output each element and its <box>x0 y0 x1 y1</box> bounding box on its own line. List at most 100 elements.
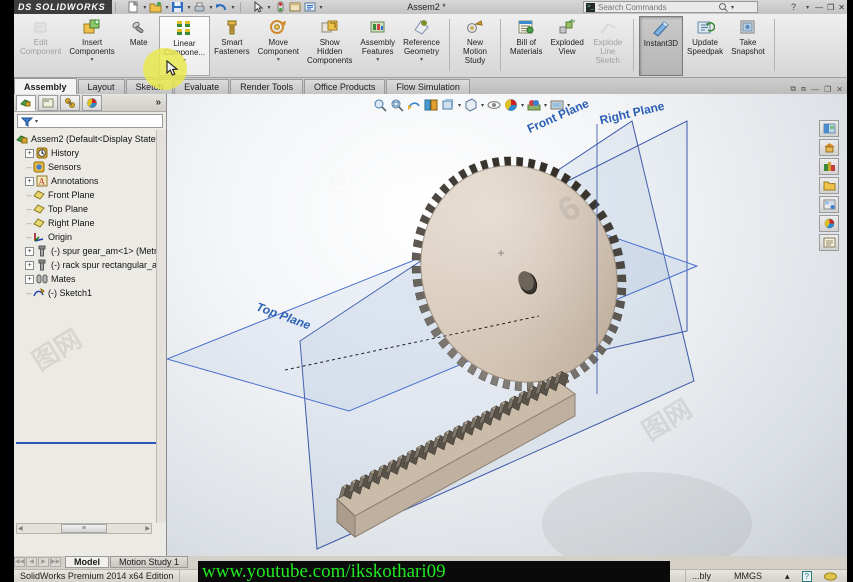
filter-caret-icon[interactable]: ▾ <box>35 118 38 125</box>
tab-office-products[interactable]: Office Products <box>303 79 386 94</box>
magnifier-icon[interactable] <box>718 2 729 12</box>
ribbon-button-bill-of-materials[interactable]: Bill of Materials <box>506 16 546 76</box>
unpin-panel-button[interactable]: ⧈ <box>801 84 806 94</box>
file-explorer-icon[interactable] <box>819 177 839 194</box>
study-nav-button-1[interactable]: ◀ <box>26 557 37 567</box>
hscroll-left-arrow-icon[interactable]: ◀ <box>18 525 23 532</box>
tree-item[interactable]: + Mates <box>14 272 166 286</box>
design-library-icon[interactable] <box>819 158 839 175</box>
tree-item[interactable]: + A Annotations <box>14 174 166 188</box>
restore-doc-button[interactable]: ❐ <box>824 85 831 94</box>
status-help-icon[interactable]: ? <box>796 570 818 582</box>
search-commands-box[interactable]: >_ ▾ <box>583 1 758 13</box>
ribbon-button-caret-icon[interactable]: ▾ <box>91 57 94 63</box>
apply-scene-caret-icon[interactable]: ▾ <box>544 102 547 109</box>
hscroll-thumb[interactable]: ≡ <box>61 524 107 533</box>
tab-render-tools[interactable]: Render Tools <box>230 79 303 94</box>
tree-item[interactable]: + (-) spur gear_am<1> (Metri <box>14 244 166 258</box>
ribbon-button-new-motion-study[interactable]: New Motion Study <box>455 16 495 76</box>
tree-expand-icon[interactable]: + <box>25 274 34 284</box>
tree-expand-icon[interactable]: + <box>25 148 34 158</box>
edit-appearance-caret-icon[interactable]: ▾ <box>521 102 524 109</box>
tree-expand-icon[interactable]: + <box>25 246 34 256</box>
view-orientation-caret-icon[interactable]: ▾ <box>458 102 461 109</box>
configuration-manager-tab[interactable] <box>60 94 80 111</box>
ribbon-button-update-speedpak[interactable]: Update Speedpak <box>683 16 727 76</box>
feature-tree[interactable]: Assem2 (Default<Display State + History – Se… <box>14 130 166 534</box>
zoom-to-area-icon[interactable] <box>390 98 404 112</box>
view-orientation-icon[interactable] <box>441 98 455 112</box>
status-units[interactable]: MMGS <box>717 570 779 582</box>
tree-item[interactable]: + History <box>14 146 166 160</box>
feature-tree-filter[interactable]: ▾ <box>17 114 163 128</box>
ribbon-button-instant3d[interactable]: Instant3D <box>638 16 684 76</box>
study-nav-button-0[interactable]: ◀◀ <box>14 557 25 567</box>
close-doc-button[interactable]: ✕ <box>836 85 843 94</box>
expand-panel-chevron-icon[interactable]: » <box>155 97 161 108</box>
study-tab-model[interactable]: Model <box>65 556 109 568</box>
tab-flow-simulation[interactable]: Flow Simulation <box>386 79 470 94</box>
search-input[interactable] <box>598 2 718 12</box>
status-units-caret-icon[interactable]: ▴ <box>779 570 796 582</box>
close-button[interactable]: ✕ <box>838 3 845 12</box>
ribbon-button-caret-icon[interactable]: ▾ <box>376 57 379 63</box>
help-question-icon[interactable]: ? <box>789 2 800 12</box>
study-tab-motion-study-1[interactable]: Motion Study 1 <box>110 556 189 568</box>
feature-tree-hscrollbar[interactable]: ◀ ≡ ▶ <box>16 523 152 534</box>
tree-item[interactable]: – Front Plane <box>14 188 166 202</box>
ribbon-button-reference-geometry[interactable]: Reference Geometry ▾ <box>399 16 444 76</box>
apply-scene-icon[interactable] <box>527 98 541 112</box>
tree-item[interactable]: + (-) rack spur rectangular_an <box>14 258 166 272</box>
tree-expand-icon[interactable]: + <box>25 176 34 186</box>
tree-item[interactable]: – Top Plane <box>14 202 166 216</box>
view-settings-icon[interactable] <box>550 98 564 112</box>
property-manager-tab[interactable] <box>38 94 58 111</box>
graphics-area[interactable]: ▾ ▾ ▾ ▾ ▾ Front Plane Right Plane Top Pl… <box>167 94 847 556</box>
tree-item[interactable]: – Sensors <box>14 160 166 174</box>
display-manager-tab[interactable] <box>82 94 102 111</box>
ribbon-button-edit-component[interactable]: Edit Component <box>16 16 65 76</box>
ribbon-button-move-component[interactable]: Move Component ▾ <box>254 16 303 76</box>
featuremanager-design-tree-tab[interactable] <box>16 94 36 111</box>
ribbon-button-exploded-view[interactable]: Exploded View <box>546 16 587 76</box>
hide-show-items-icon[interactable] <box>487 98 501 112</box>
display-style-icon[interactable] <box>464 98 478 112</box>
ribbon-button-caret-icon[interactable]: ▾ <box>420 57 423 63</box>
view-palette-icon[interactable] <box>819 196 839 213</box>
ribbon-button-take-snapshot[interactable]: Take Snapshot <box>727 16 769 76</box>
study-nav-button-2[interactable]: ▶ <box>38 557 49 567</box>
view-settings-caret-icon[interactable]: ▾ <box>567 102 570 109</box>
ribbon-button-assembly-features[interactable]: Assembly Features ▾ <box>356 16 399 76</box>
tree-item[interactable]: – Origin <box>14 230 166 244</box>
solidworks-resources-icon[interactable] <box>819 139 839 156</box>
zoom-to-fit-icon[interactable] <box>373 98 387 112</box>
minimize-button[interactable]: — <box>815 3 823 12</box>
ribbon-button-explode-line-sketch[interactable]: Explode Line Sketch <box>588 16 628 76</box>
tree-item[interactable]: – (-) Sketch1 <box>14 286 166 300</box>
previous-view-icon[interactable] <box>407 98 421 112</box>
display-style-caret-icon[interactable]: ▾ <box>481 102 484 109</box>
tree-item[interactable]: Assem2 (Default<Display State <box>14 132 166 146</box>
appearances-scenes-icon[interactable] <box>819 215 839 232</box>
minimize-doc-button[interactable]: — <box>811 85 819 94</box>
study-nav-buttons[interactable]: ◀◀ ◀ ▶ ▶▶ <box>14 557 61 567</box>
study-nav-button-3[interactable]: ▶▶ <box>50 557 61 567</box>
custom-properties-icon[interactable] <box>819 234 839 251</box>
help-caret-icon[interactable]: ▾ <box>806 4 809 11</box>
ribbon-button-caret-icon[interactable]: ▾ <box>277 57 280 63</box>
hide-show-panel-icon[interactable] <box>819 120 839 137</box>
search-caret-icon[interactable]: ▾ <box>731 4 734 11</box>
tree-item[interactable]: – Right Plane <box>14 216 166 230</box>
feature-tree-vscrollbar[interactable] <box>156 130 166 523</box>
edit-appearance-icon[interactable] <box>504 98 518 112</box>
ribbon-button-show-hidden-components[interactable]: Show Hidden Components <box>303 16 356 76</box>
restore-button[interactable]: ❐ <box>827 3 834 12</box>
ribbon-button-smart-fasteners[interactable]: Smart Fasteners <box>210 16 254 76</box>
section-view-icon[interactable] <box>424 98 438 112</box>
tree-expand-icon[interactable]: + <box>25 260 34 270</box>
pin-panel-button[interactable]: ⧉ <box>790 84 796 94</box>
tab-assembly[interactable]: Assembly <box>14 78 77 94</box>
ribbon-button-insert-components[interactable]: Insert Components ▾ <box>65 16 118 76</box>
hscroll-right-arrow-icon[interactable]: ▶ <box>145 525 150 532</box>
tab-layout[interactable]: Layout <box>77 79 125 94</box>
